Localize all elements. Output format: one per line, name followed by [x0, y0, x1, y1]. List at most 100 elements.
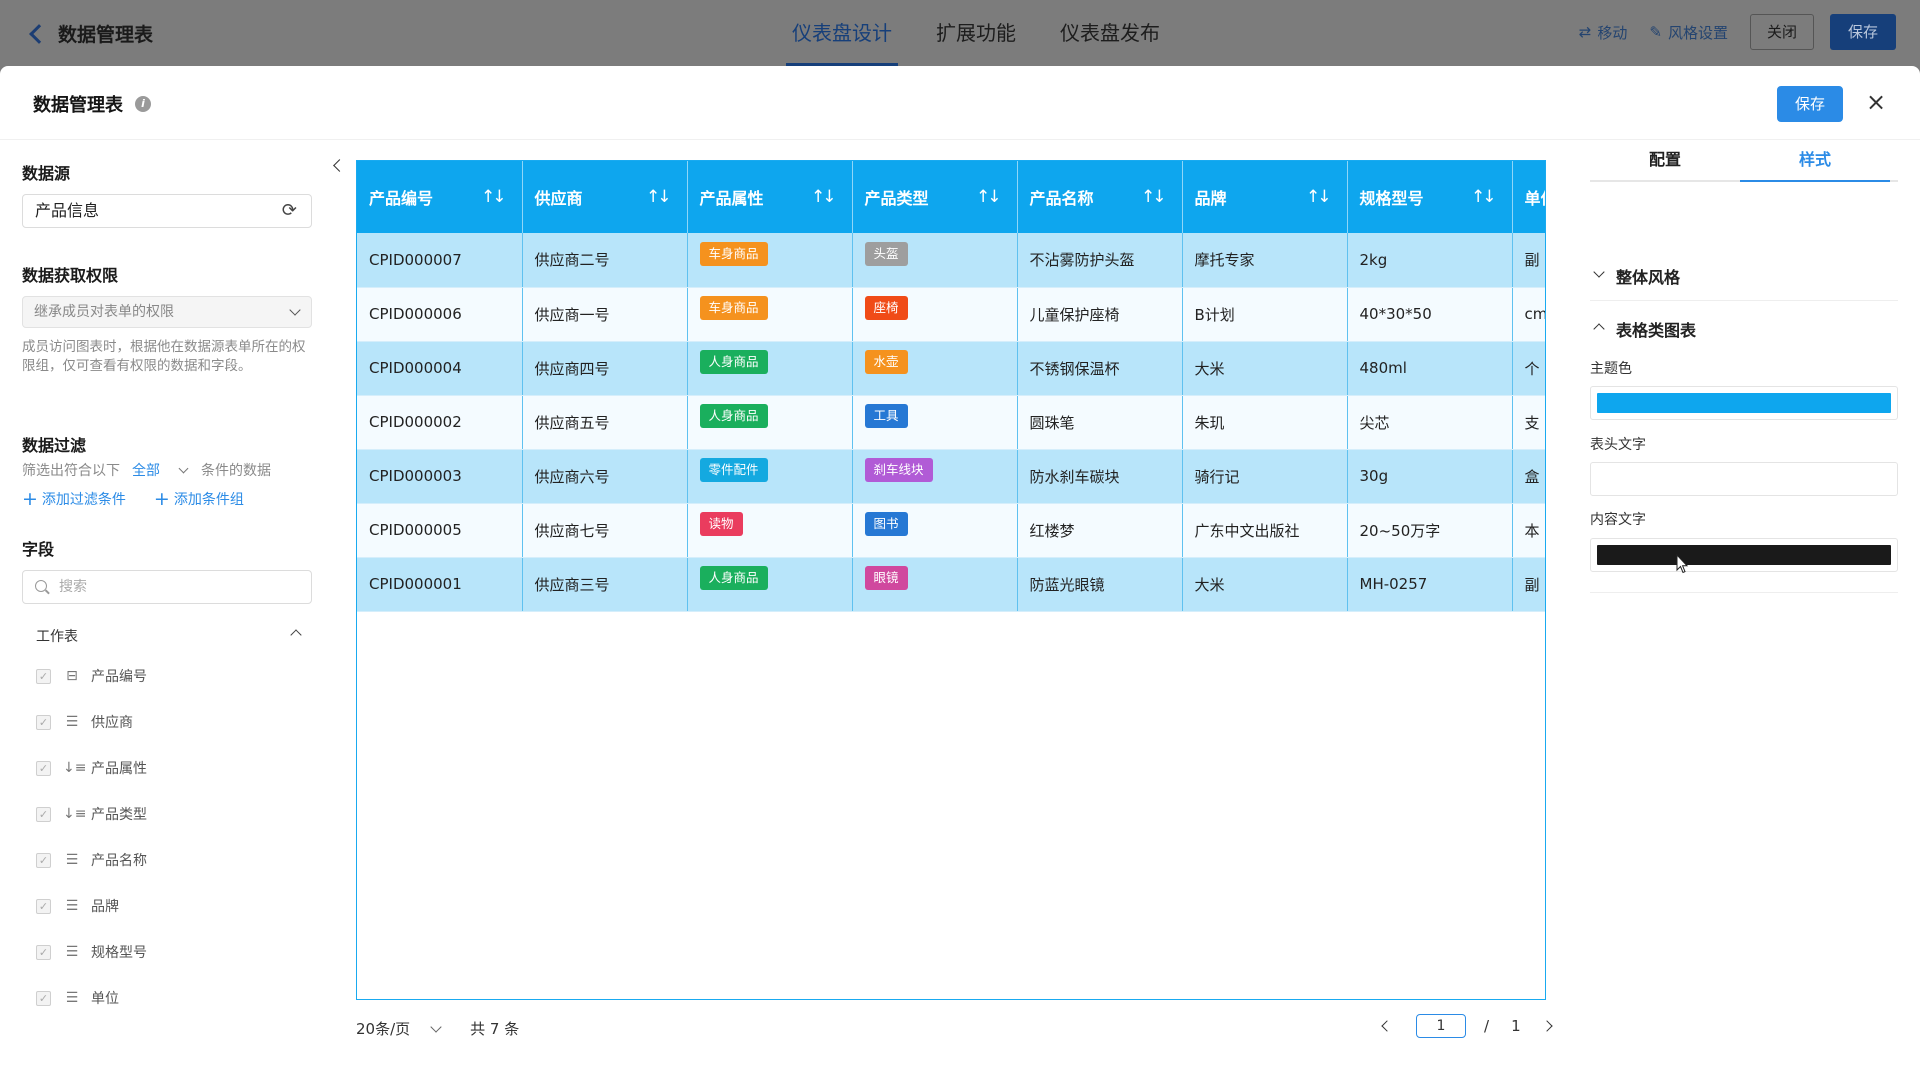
next-page-icon[interactable] — [1543, 1020, 1555, 1032]
permission-select[interactable]: 继承成员对表单的权限 — [22, 296, 312, 328]
field-item[interactable]: ✓ ⊟ 产品编号 — [36, 665, 147, 687]
table-cell: 副 — [1512, 233, 1545, 288]
chevron-down-icon[interactable] — [178, 463, 189, 473]
worksheet-group-header[interactable]: 工作表 — [36, 626, 304, 646]
divider — [1590, 592, 1898, 593]
modal-save-button[interactable]: 保存 — [1777, 86, 1843, 122]
table-row[interactable]: CPID000002 供应商五号 人身商品 工具 圆珠笔 朱玑 尖芯支 — [357, 395, 1545, 450]
table-cell: 水壶 — [852, 341, 1018, 396]
option-tag: 水壶 — [864, 350, 908, 374]
filter-prefix: 筛选出符合以下 — [22, 463, 120, 479]
filter-title: 数据过滤 — [22, 436, 87, 455]
collapse-left-panel-icon[interactable] — [327, 156, 347, 176]
move-button[interactable]: ⇄ 移动 — [1579, 22, 1628, 43]
sort-icon[interactable]: ↑↓ — [976, 187, 1001, 207]
checkbox[interactable]: ✓ — [36, 852, 51, 868]
column-header-label: 产品类型 — [864, 189, 929, 208]
field-name: 产品属性 — [91, 761, 147, 777]
field-item[interactable]: ✓ ↓≡ 产品类型 — [36, 803, 147, 825]
column-header[interactable]: 供应商 ↑↓ — [522, 161, 688, 233]
column-header[interactable]: 品牌 ↑↓ — [1182, 161, 1348, 233]
id-field-icon: ⊟ — [66, 668, 78, 684]
field-search-input[interactable]: 搜索 — [22, 570, 312, 604]
table-cell: 车身商品 — [687, 287, 853, 342]
sort-icon[interactable]: ↑↓ — [646, 187, 671, 207]
header-text-color-picker[interactable] — [1590, 462, 1898, 496]
filter-add-links: + 添加过滤条件 + 添加条件组 — [22, 488, 272, 510]
table-row[interactable]: CPID000001 供应商三号 人身商品 眼镜 防蓝光眼镜 大米 MH-0257 副 — [357, 557, 1545, 612]
top-save-button[interactable]: 保存 — [1829, 14, 1896, 50]
checkbox[interactable]: ✓ — [36, 668, 51, 684]
table-row[interactable]: CPID000006 供应商一号 车身商品 座椅 儿童保护座椅 B计划 40*30*50 cm — [357, 287, 1545, 342]
table-row[interactable]: CPID000003 供应商六号 零件配件 刹车线块 防水刹车碳块 骑行记 30g 盒 — [357, 449, 1545, 504]
field-item[interactable]: ✓ ☰ 单位 — [36, 987, 119, 1009]
tab-config[interactable]: 配置 — [1590, 140, 1740, 180]
sort-icon[interactable]: ↑↓ — [481, 187, 506, 207]
option-tag: 人身商品 — [699, 566, 768, 590]
section-overall-style[interactable]: 整体风格 — [1590, 264, 1898, 288]
column-header[interactable]: 单位 — [1512, 161, 1545, 233]
checkbox[interactable]: ✓ — [36, 714, 51, 730]
checkbox[interactable]: ✓ — [36, 806, 51, 822]
column-header[interactable]: 规格型号 ↑↓ — [1347, 161, 1513, 233]
tab-dashboard-design[interactable]: 仪表盘设计 — [786, 0, 898, 66]
section-table-chart[interactable]: 表格类图表 — [1590, 317, 1898, 341]
right-panel: 配置 样式 整体风格 表格类图表 主题色 表头文字 内容文字 — [1590, 140, 1898, 1079]
tab-style[interactable]: 样式 — [1740, 140, 1890, 182]
right-tabs: 配置 样式 — [1590, 140, 1898, 182]
style-settings-button[interactable]: ✎ 风格设置 — [1649, 22, 1728, 43]
table-cell: 车身商品 — [687, 233, 853, 288]
close-button[interactable]: 关闭 — [1749, 14, 1814, 50]
prev-page-icon[interactable] — [1380, 1020, 1392, 1032]
add-filter-button[interactable]: + 添加过滤条件 — [22, 488, 140, 510]
column-header[interactable]: 产品类型 ↑↓ — [852, 161, 1018, 233]
add-group-button[interactable]: + 添加条件组 — [154, 488, 258, 510]
column-header-label: 产品编号 — [369, 189, 434, 208]
permission-title: 数据获取权限 — [22, 266, 119, 285]
table-cell: 防蓝光眼镜 — [1017, 557, 1183, 612]
mouse-cursor-icon — [1676, 554, 1688, 574]
table-cell: 供应商六号 — [522, 449, 688, 504]
refresh-icon[interactable]: ⟳ — [282, 195, 297, 227]
column-header[interactable]: 产品编号 ↑↓ — [357, 161, 523, 233]
filter-mode-select[interactable]: 全部 — [132, 460, 160, 480]
sort-icon[interactable]: ↑↓ — [1471, 187, 1496, 207]
top-tabs: 仪表盘设计 扩展功能 仪表盘发布 — [770, 0, 1182, 66]
table-row[interactable]: CPID000007 供应商二号 车身商品 头盔 不沾雾防护头盔 摩托专家 2kg 副 — [357, 233, 1545, 288]
table-row[interactable]: CPID000005 供应商七号 读物 图书 红楼梦 广东中文出版社 20~50万字本 — [357, 503, 1545, 558]
field-item[interactable]: ✓ ↓≡ 产品属性 — [36, 757, 147, 779]
table-cell: 480ml — [1347, 341, 1513, 396]
back-chevron-icon — [29, 23, 49, 44]
header-text-color-label: 表头文字 — [1590, 437, 1646, 453]
field-item[interactable]: ✓ ☰ 供应商 — [36, 711, 133, 733]
chart-editor-modal: 数据管理表 i 保存 × 数据源 产品信息 ⟳ 数据获取权限 继承成员对表单的权… — [0, 66, 1920, 1079]
column-header[interactable]: 产品名称 ↑↓ — [1017, 161, 1183, 233]
page-size-select[interactable]: 20条/页 — [356, 1018, 410, 1039]
chevron-up-icon — [290, 629, 302, 641]
checkbox[interactable]: ✓ — [36, 760, 51, 776]
table-cell: 支 — [1512, 395, 1545, 450]
content-text-color-picker[interactable] — [1590, 538, 1898, 572]
field-item[interactable]: ✓ ☰ 规格型号 — [36, 941, 147, 963]
table-row[interactable]: CPID000004 供应商四号 人身商品 水壶 不锈钢保温杯 大米 480ml 个 — [357, 341, 1545, 396]
column-header[interactable]: 产品属性 ↑↓ — [687, 161, 853, 233]
page-number-input[interactable]: 1 — [1416, 1014, 1466, 1038]
table-cell: 大米 — [1182, 557, 1348, 612]
theme-color-picker[interactable] — [1590, 386, 1898, 420]
tab-dashboard-publish[interactable]: 仪表盘发布 — [1060, 0, 1160, 66]
back-button[interactable]: 数据管理表 — [26, 20, 153, 47]
sort-icon[interactable]: ↑↓ — [1306, 187, 1331, 207]
datasource-select[interactable]: 产品信息 ⟳ — [22, 194, 312, 228]
checkbox[interactable]: ✓ — [36, 944, 51, 960]
chevron-down-icon[interactable] — [430, 1020, 442, 1033]
field-item[interactable]: ✓ ☰ 品牌 — [36, 895, 119, 917]
info-icon[interactable]: i — [135, 96, 151, 112]
field-item[interactable]: ✓ ☰ 产品名称 — [36, 849, 147, 871]
close-icon[interactable]: × — [1864, 90, 1888, 114]
checkbox[interactable]: ✓ — [36, 898, 51, 914]
checkbox[interactable]: ✓ — [36, 990, 51, 1006]
sort-icon[interactable]: ↑↓ — [811, 187, 836, 207]
sort-icon[interactable]: ↑↓ — [1141, 187, 1166, 207]
table-cell: 眼镜 — [852, 557, 1018, 612]
tab-extensions[interactable]: 扩展功能 — [936, 0, 1016, 66]
